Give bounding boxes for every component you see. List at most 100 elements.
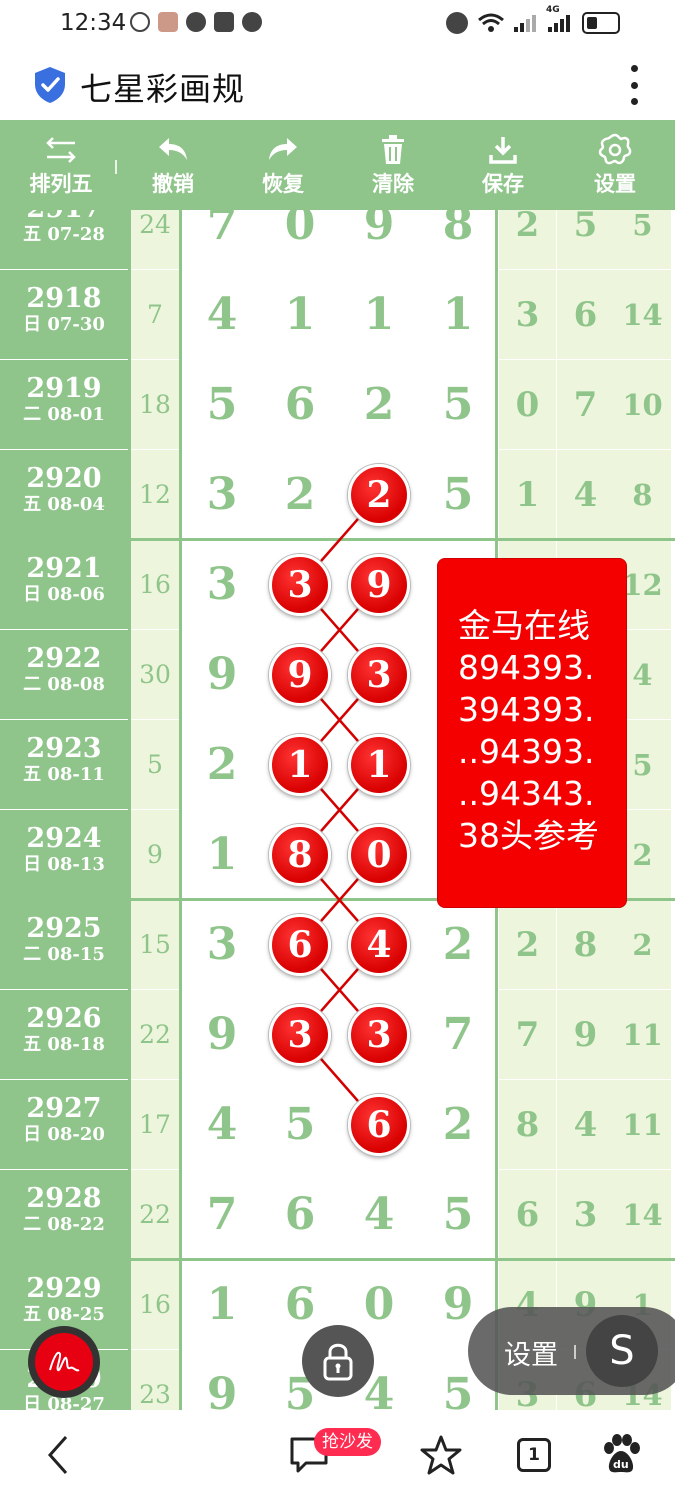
digit-cell[interactable]: 1 [183, 810, 261, 899]
digit-cell[interactable]: 7 [183, 210, 261, 269]
chevron-left-icon [47, 1436, 68, 1474]
undo-button[interactable]: 撤销 [140, 120, 206, 210]
digit-cell[interactable]: 6 [261, 360, 339, 449]
floating-settings[interactable]: 设置 S [468, 1307, 675, 1395]
stat-cell: 5 [557, 210, 614, 269]
digit-cell[interactable]: 6 [261, 1170, 339, 1259]
issue-date: 五 08-11 [23, 764, 105, 785]
trash-icon [379, 132, 407, 168]
digit-cell[interactable]: 5 [261, 1080, 339, 1169]
tabs-button[interactable]: 1 [514, 1430, 554, 1480]
digit-cell[interactable]: 8 [419, 210, 497, 269]
signature-button[interactable] [28, 1326, 100, 1398]
table-row: 2926五 08-182293377911 [0, 990, 675, 1080]
digit-cell[interactable]: 5 [419, 360, 497, 449]
digit-cell[interactable]: 1 [340, 270, 418, 359]
digit-cell[interactable]: 7 [419, 990, 497, 1079]
issue-cell: 2917五 07-28 [0, 210, 128, 269]
marked-ball[interactable]: 4 [348, 914, 410, 976]
digit-cell[interactable]: 9 [340, 210, 418, 269]
stat-cell: 2 [499, 900, 556, 989]
digit-cell[interactable]: 9 [183, 1350, 261, 1410]
signature-icon [35, 1333, 93, 1391]
digit-cell[interactable]: 4 [340, 1170, 418, 1259]
marked-ball[interactable]: 1 [269, 734, 331, 796]
save-button[interactable]: 保存 [470, 120, 536, 210]
sofa-badge[interactable]: 抢沙发 [314, 1428, 381, 1456]
stat-cell: 14 [614, 270, 671, 359]
digit-cell[interactable]: 3 [183, 450, 261, 539]
digit-cell[interactable]: 4 [183, 1080, 261, 1169]
note-line: 金马在线 [458, 606, 590, 645]
status-time: 12:34 [60, 10, 127, 36]
digit-cell[interactable]: 0 [261, 210, 339, 269]
tool-label: 清除 [372, 172, 414, 196]
baidu-button[interactable]: du [598, 1430, 644, 1480]
s-button[interactable]: S [586, 1315, 658, 1387]
marked-ball[interactable]: 8 [269, 824, 331, 886]
sum-cell: 30 [131, 630, 179, 719]
marked-ball[interactable]: 9 [348, 554, 410, 616]
star-icon [420, 1435, 462, 1475]
back-button[interactable] [40, 1430, 76, 1480]
marked-ball[interactable]: 3 [269, 1004, 331, 1066]
issue-date: 日 08-06 [23, 584, 105, 605]
table-row: 2920五 08-04123225148 [0, 450, 675, 540]
sum-cell: 22 [131, 1170, 179, 1259]
digit-cell[interactable]: 1 [261, 270, 339, 359]
sum-cell: 5 [131, 720, 179, 809]
tool-pailiewu[interactable]: 排列五 [18, 120, 104, 210]
wechat-icon [242, 12, 262, 32]
digit-cell[interactable]: 5 [419, 1170, 497, 1259]
digit-cell[interactable]: 9 [183, 990, 261, 1079]
stat-cell: 8 [499, 1080, 556, 1169]
digit-cell[interactable]: 1 [419, 270, 497, 359]
marked-ball[interactable]: 3 [348, 644, 410, 706]
digit-cell[interactable]: 2 [419, 1080, 497, 1169]
floating-settings-label[interactable]: 设置 [504, 1333, 558, 1372]
digit-cell[interactable]: 1 [183, 1260, 261, 1349]
more-vertical-icon[interactable] [629, 65, 639, 105]
stat-cell: 7 [557, 360, 614, 449]
marked-ball[interactable]: 3 [348, 1004, 410, 1066]
svg-text:du: du [613, 1458, 629, 1471]
settings-button[interactable]: 设置 [582, 120, 648, 210]
wifi-icon [478, 13, 504, 32]
favorite-button[interactable] [418, 1430, 464, 1480]
marked-ball[interactable]: 6 [269, 914, 331, 976]
digit-cell[interactable]: 5 [183, 360, 261, 449]
marked-ball[interactable]: 1 [348, 734, 410, 796]
issue-number: 2918 [26, 283, 102, 314]
marked-ball[interactable]: 0 [348, 824, 410, 886]
system-icons: 4G [446, 5, 620, 34]
marked-ball[interactable]: 9 [269, 644, 331, 706]
issue-cell: 2926 五 08-18 [0, 990, 128, 1079]
marked-ball[interactable]: 3 [269, 554, 331, 616]
note-line: ..94343. [458, 774, 595, 813]
digit-cell[interactable]: 2 [261, 450, 339, 539]
digit-cell[interactable]: 2 [183, 720, 261, 809]
marked-ball[interactable]: 2 [348, 464, 410, 526]
table-row: 2917五 07-28247098255 [0, 210, 675, 270]
stat-cell: 9 [557, 990, 614, 1079]
issue-cell: 2922 二 08-08 [0, 630, 128, 719]
redo-button[interactable]: 恢复 [250, 120, 316, 210]
digit-cell[interactable]: 7 [183, 1170, 261, 1259]
sum-cell: 7 [131, 270, 179, 359]
digit-cell[interactable]: 3 [183, 540, 261, 629]
note-line: 394393. [458, 690, 595, 729]
issue-date: 二 08-08 [23, 674, 105, 695]
gear-icon [598, 132, 632, 168]
digit-cell[interactable]: 2 [340, 360, 418, 449]
chat-icon [186, 12, 206, 32]
digit-cell[interactable]: 9 [183, 630, 261, 719]
stat-cell: 2 [614, 900, 671, 989]
issue-cell: 2927 日 08-20 [0, 1080, 128, 1169]
lock-button[interactable] [302, 1325, 374, 1397]
marked-ball[interactable]: 6 [348, 1094, 410, 1156]
digit-cell[interactable]: 4 [183, 270, 261, 359]
digit-cell[interactable]: 3 [183, 900, 261, 989]
clear-button[interactable]: 清除 [360, 120, 426, 210]
digit-cell[interactable]: 2 [419, 900, 497, 989]
digit-cell[interactable]: 5 [419, 450, 497, 539]
